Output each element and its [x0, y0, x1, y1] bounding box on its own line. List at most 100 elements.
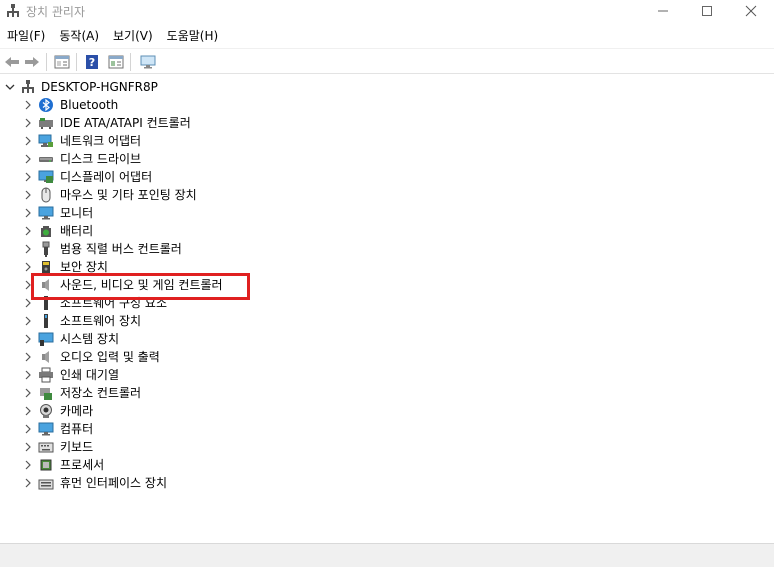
- tree-item[interactable]: 범용 직렬 버스 컨트롤러: [0, 240, 600, 258]
- chevron-right-icon[interactable]: [22, 153, 34, 165]
- tree-item-label: 모니터: [60, 206, 94, 220]
- mouse-icon: [38, 187, 54, 203]
- chevron-right-icon[interactable]: [22, 477, 34, 489]
- software-device-icon: [38, 313, 54, 329]
- tree-item[interactable]: 컴퓨터: [0, 420, 600, 438]
- toolbar: ?: [0, 48, 774, 74]
- keyboard-icon: [38, 439, 54, 455]
- toolbar-separator: [46, 53, 47, 71]
- chevron-right-icon[interactable]: [22, 369, 34, 381]
- chevron-down-icon[interactable]: [4, 81, 16, 93]
- chevron-right-icon[interactable]: [22, 189, 34, 201]
- chevron-right-icon[interactable]: [22, 243, 34, 255]
- tree-root-label: DESKTOP-HGNFR8P: [41, 80, 158, 94]
- svg-text:?: ?: [89, 56, 95, 69]
- view-icon[interactable]: [106, 52, 126, 72]
- maximize-button[interactable]: [684, 0, 730, 22]
- tree-item[interactable]: 배터리: [0, 222, 600, 240]
- tree-item-label: 키보드: [60, 440, 94, 454]
- bluetooth-icon: [38, 97, 54, 113]
- menu-view[interactable]: 보기(V): [106, 26, 160, 46]
- system-device-icon: [38, 331, 54, 347]
- tree-item[interactable]: 디스플레이 어댑터: [0, 168, 600, 186]
- chevron-right-icon[interactable]: [22, 441, 34, 453]
- chevron-right-icon[interactable]: [22, 387, 34, 399]
- back-arrow-icon[interactable]: [2, 52, 22, 72]
- chevron-right-icon[interactable]: [22, 315, 34, 327]
- tree-root[interactable]: DESKTOP-HGNFR8P: [0, 78, 600, 96]
- minimize-button[interactable]: [640, 0, 686, 22]
- tree-item[interactable]: 저장소 컨트롤러: [0, 384, 600, 402]
- window-title: 장치 관리자: [26, 5, 86, 19]
- chevron-right-icon[interactable]: [22, 351, 34, 363]
- chevron-right-icon[interactable]: [22, 459, 34, 471]
- tree-item-label: 네트워크 어댑터: [60, 134, 142, 148]
- help-icon[interactable]: ?: [82, 52, 102, 72]
- properties-icon[interactable]: [52, 52, 72, 72]
- close-button[interactable]: [728, 0, 774, 22]
- tree-item-label: 디스플레이 어댑터: [60, 170, 153, 184]
- menu-help[interactable]: 도움말(H): [160, 26, 226, 46]
- tree-item[interactable]: 카메라: [0, 402, 600, 420]
- tree-item[interactable]: 네트워크 어댑터: [0, 132, 600, 150]
- tree-item[interactable]: 모니터: [0, 204, 600, 222]
- audio-io-icon: [38, 349, 54, 365]
- battery-icon: [38, 223, 54, 239]
- usb-icon: [38, 241, 54, 257]
- tree-item-label: 마우스 및 기타 포인팅 장치: [60, 188, 197, 202]
- chevron-right-icon[interactable]: [22, 135, 34, 147]
- tree-item[interactable]: 휴먼 인터페이스 장치: [0, 474, 600, 492]
- highlight-box: [31, 273, 250, 300]
- chevron-right-icon[interactable]: [22, 333, 34, 345]
- tree-item[interactable]: 마우스 및 기타 포인팅 장치: [0, 186, 600, 204]
- tree-item-label: Bluetooth: [60, 98, 119, 112]
- toolbar-separator: [130, 53, 131, 71]
- chevron-right-icon[interactable]: [22, 99, 34, 111]
- menu-action[interactable]: 동작(A): [52, 26, 106, 46]
- toolbar-separator: [76, 53, 77, 71]
- tree-item-label: 오디오 입력 및 출력: [60, 350, 160, 364]
- tree-item[interactable]: 소프트웨어 장치: [0, 312, 600, 330]
- tree-item-label: 디스크 드라이브: [60, 152, 142, 166]
- device-tree: DESKTOP-HGNFR8P Bluetooth IDE ATA/ATAPI 컨…: [0, 78, 774, 540]
- computer-icon: [38, 421, 54, 437]
- chevron-right-icon[interactable]: [22, 261, 34, 273]
- tree-item[interactable]: 디스크 드라이브: [0, 150, 600, 168]
- tree-item[interactable]: Bluetooth: [0, 96, 600, 114]
- status-bar: [0, 543, 774, 567]
- tree-item-label: 프로세서: [60, 458, 105, 472]
- monitor-scan-icon[interactable]: [138, 52, 158, 72]
- tree-item[interactable]: 인쇄 대기열: [0, 366, 600, 384]
- tree-item-label: 인쇄 대기열: [60, 368, 120, 382]
- processor-icon: [38, 457, 54, 473]
- computer-tree-icon: [20, 79, 36, 95]
- device-manager-app-icon: [5, 3, 21, 19]
- forward-arrow-icon[interactable]: [22, 52, 42, 72]
- chevron-right-icon[interactable]: [22, 171, 34, 183]
- tree-item[interactable]: 키보드: [0, 438, 600, 456]
- tree-item-label: IDE ATA/ATAPI 컨트롤러: [60, 116, 191, 130]
- printer-icon: [38, 367, 54, 383]
- tree-item-label: 배터리: [60, 224, 94, 238]
- tree-item[interactable]: 시스템 장치: [0, 330, 600, 348]
- chevron-right-icon[interactable]: [22, 117, 34, 129]
- tree-item-label: 시스템 장치: [60, 332, 120, 346]
- chevron-right-icon[interactable]: [22, 207, 34, 219]
- chevron-right-icon[interactable]: [22, 405, 34, 417]
- storage-controller-icon: [38, 385, 54, 401]
- tree-item-label: 소프트웨어 장치: [60, 314, 142, 328]
- tree-item-label: 휴먼 인터페이스 장치: [60, 476, 167, 490]
- tree-item[interactable]: 프로세서: [0, 456, 600, 474]
- menu-file[interactable]: 파일(F): [0, 26, 52, 46]
- tree-item-label: 범용 직렬 버스 컨트롤러: [60, 242, 182, 256]
- camera-icon: [38, 403, 54, 419]
- tree-item-label: 컴퓨터: [60, 422, 94, 436]
- chevron-right-icon[interactable]: [22, 423, 34, 435]
- chevron-right-icon[interactable]: [22, 225, 34, 237]
- title-bar: 장치 관리자: [0, 0, 774, 24]
- hid-icon: [38, 475, 54, 491]
- tree-item[interactable]: 오디오 입력 및 출력: [0, 348, 600, 366]
- menu-bar: 파일(F) 동작(A) 보기(V) 도움말(H): [0, 26, 774, 46]
- tree-item-label: 저장소 컨트롤러: [60, 386, 142, 400]
- tree-item[interactable]: IDE ATA/ATAPI 컨트롤러: [0, 114, 600, 132]
